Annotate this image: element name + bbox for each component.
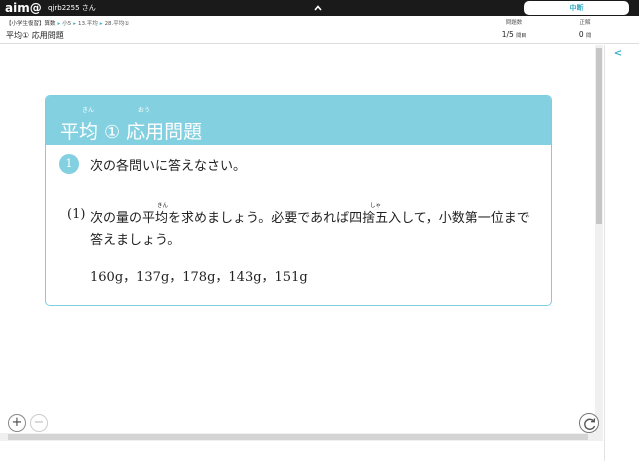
- breadcrumb: 【小学生復習】算数 ▸ 小5 ▸ 13.平均 ▸ 28.平均①: [6, 19, 129, 27]
- card-title-number: ①: [104, 122, 121, 143]
- page-title: 平均① 応用問題: [6, 31, 64, 40]
- breadcrumb-lesson[interactable]: 28.平均①: [105, 21, 130, 27]
- title-ruby-kin: きん: [82, 107, 95, 114]
- sub-question-text-line1: 次の量の平均を求めましょう。必要であれば四捨五入して，小数第一位まで: [90, 211, 530, 226]
- sub-question-label: (1): [67, 207, 86, 222]
- breadcrumb-arrow-icon: ▸: [73, 21, 77, 27]
- chevron-left-icon[interactable]: <: [612, 48, 624, 60]
- breadcrumb-arrow-icon: ▸: [57, 21, 61, 27]
- card-header: きん おう 平均 ① 応用問題: [46, 96, 551, 145]
- question-count-label: 問題数: [505, 20, 523, 26]
- question-count-unit: 問目: [516, 33, 527, 39]
- stop-button[interactable]: 中断: [524, 1, 629, 15]
- card-title-main: 平均: [60, 121, 99, 143]
- top-bar: aim@ qjrb2255 さん 中断: [0, 0, 639, 16]
- zoom-in-button[interactable]: +: [8, 414, 26, 432]
- question-number-badge: 1: [59, 154, 79, 174]
- question-count: 問題数 1/5 問目: [496, 18, 532, 39]
- correct-count-value: 0: [578, 30, 584, 39]
- aim-logo: aim@: [5, 1, 42, 15]
- title-ruby-ou: おう: [138, 107, 151, 114]
- vertical-scrollbar[interactable]: [595, 45, 603, 439]
- breadcrumb-grade[interactable]: 小5: [62, 21, 71, 27]
- reload-icon: [584, 418, 596, 430]
- horizontal-scrollbar[interactable]: [0, 433, 603, 441]
- card-title-sub: 応用問題: [126, 121, 203, 143]
- breadcrumb-arrow-icon: ▸: [99, 21, 103, 27]
- side-panel: [604, 45, 639, 461]
- question-count-value: 1/5: [501, 30, 514, 39]
- question-text: 次の各問いに答えなさい。: [90, 159, 247, 174]
- correct-count-unit: 問: [586, 33, 592, 39]
- correct-count: 正解 0 問: [570, 18, 600, 39]
- reload-button[interactable]: [579, 413, 599, 433]
- breadcrumb-unit[interactable]: 13.平均: [78, 21, 98, 27]
- lesson-header: 【小学生復習】算数 ▸ 小5 ▸ 13.平均 ▸ 28.平均① 平均① 応用問題 問題数 1…: [0, 16, 639, 44]
- weight-values: 160g，137g，178g，143g，151g: [90, 270, 308, 285]
- breadcrumb-course[interactable]: 【小学生復習】算数: [6, 21, 56, 27]
- zoom-out-button[interactable]: −: [30, 414, 48, 432]
- user-name: qjrb2255 さん: [48, 4, 96, 12]
- chevron-up-icon[interactable]: [313, 3, 323, 13]
- correct-count-label: 正解: [579, 20, 591, 26]
- horizontal-scroll-thumb[interactable]: [8, 434, 588, 440]
- vertical-scroll-thumb[interactable]: [596, 48, 602, 224]
- card-title: 平均 ① 応用問題: [60, 117, 202, 144]
- sub-question-text-line2: 答えましょう。: [90, 233, 181, 248]
